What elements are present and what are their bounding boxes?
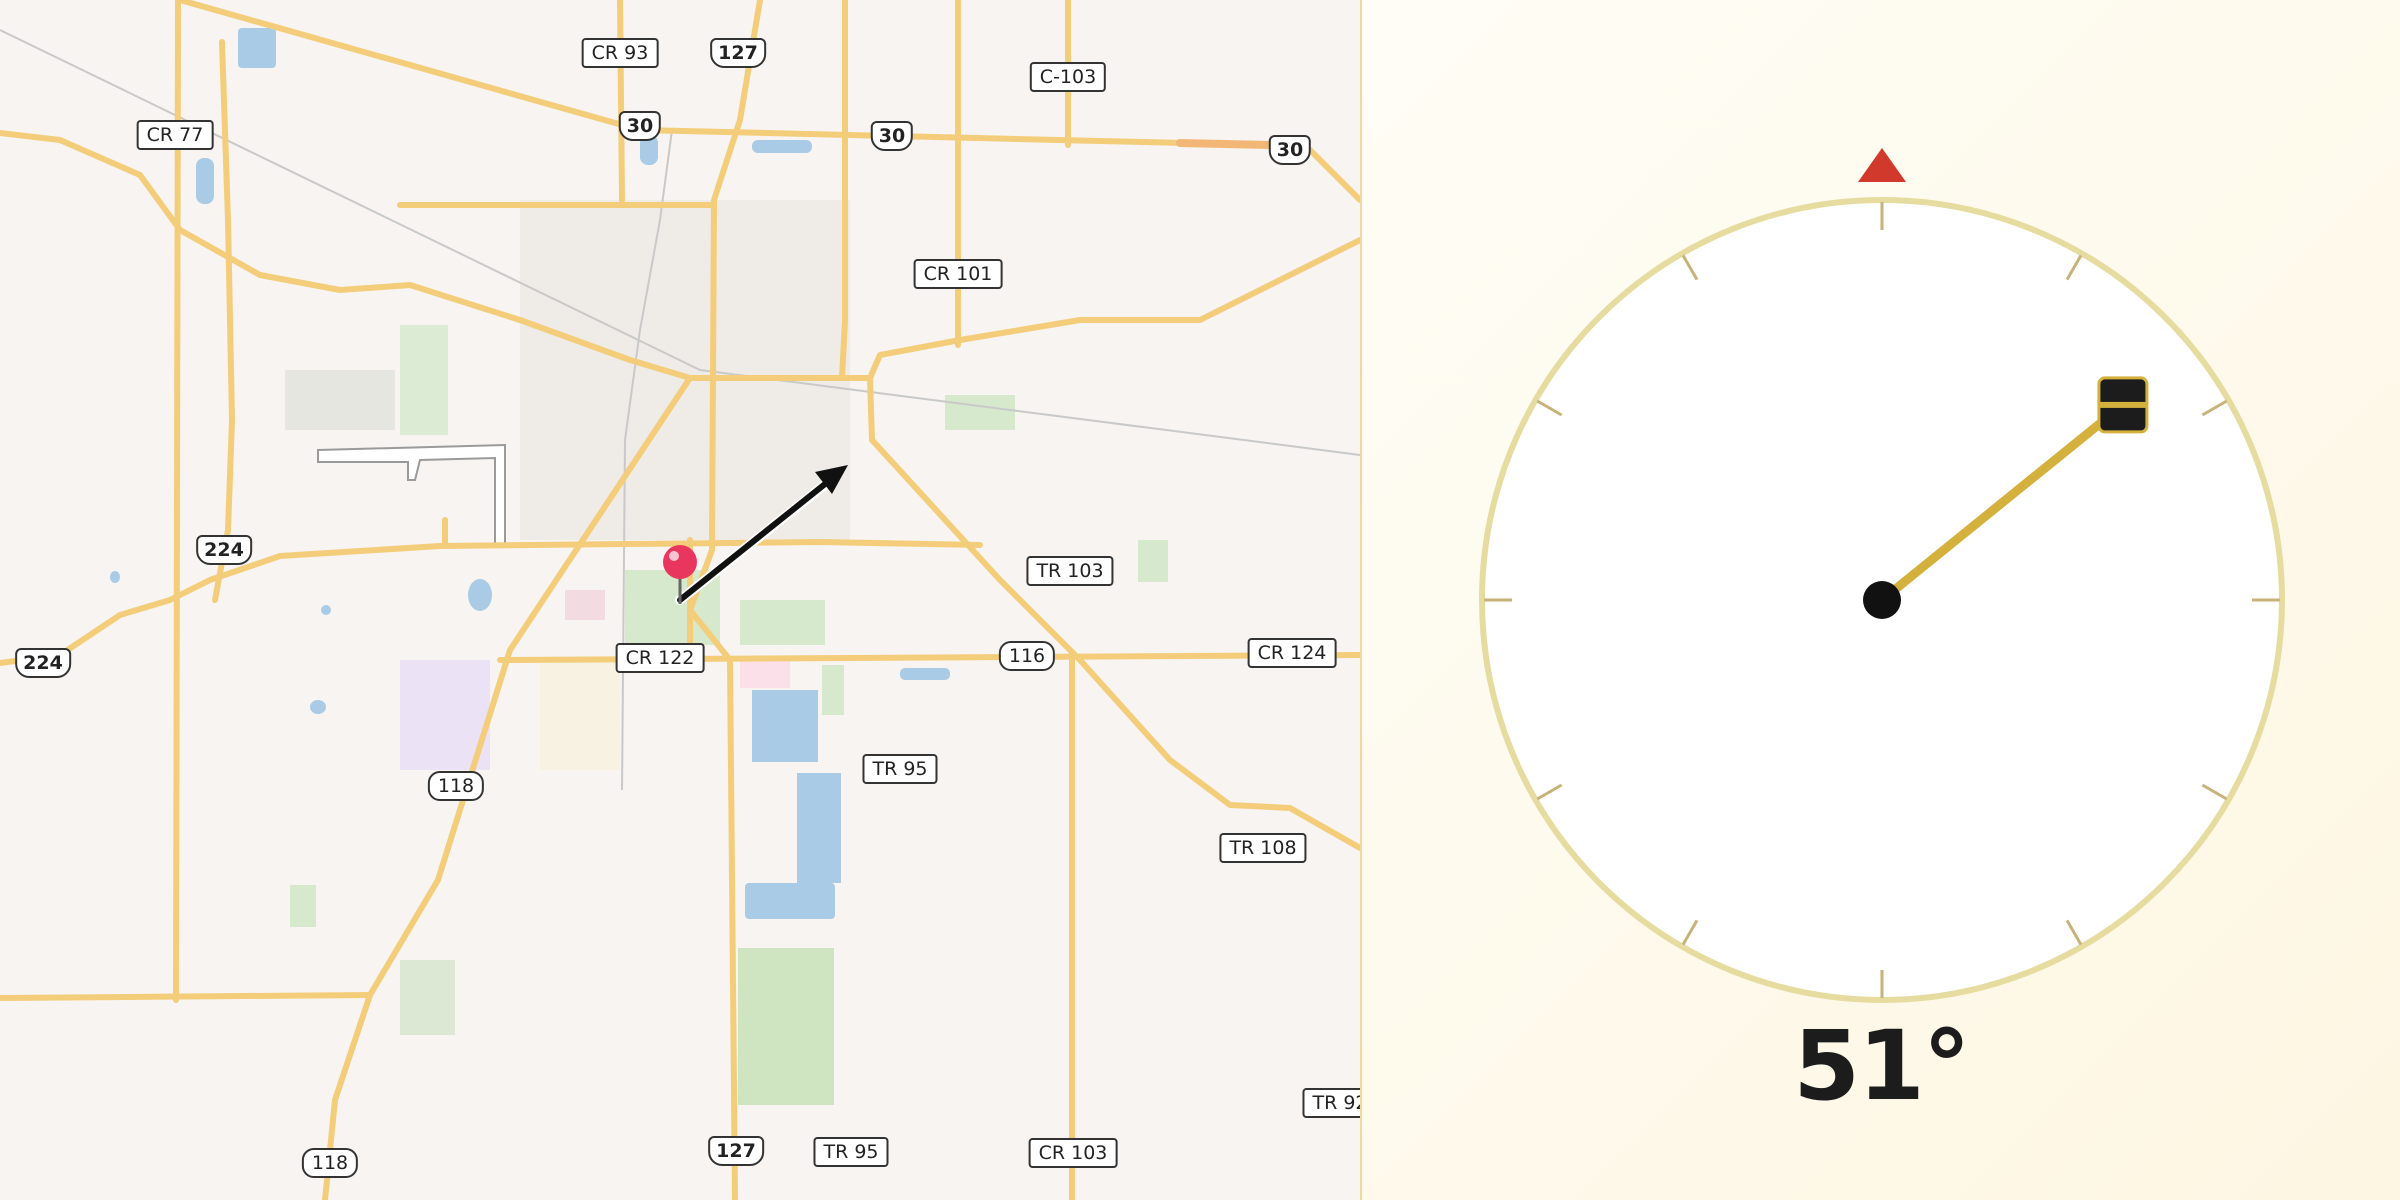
map-view[interactable]: CR 93 127 C-103 CR 77 30 30 30 CR 101 224 TR 103 2… [0,0,1362,1200]
compass-panel: 51° [1362,0,2400,1200]
road-shield-us30-c: 30 [1268,135,1312,165]
road-shield-tr108: TR 108 [1219,833,1307,863]
road-shield-c103: C-103 [1029,62,1107,92]
road-shield-r118-a: 118 [427,771,485,801]
road-shield-cr93: CR 93 [581,38,659,68]
road-shield-r118-b: 118 [301,1148,359,1178]
north-marker-icon [1858,148,1906,182]
road-shield-cr101: CR 101 [913,259,1003,289]
heading-readout: 51° [1793,1010,1971,1122]
needle-pivot [1863,581,1901,619]
road-shield-us30-b: 30 [870,121,914,151]
road-shield-us127-top: 127 [710,38,766,68]
road-shield-cr124: CR 124 [1247,638,1337,668]
road-shield-us127-bot: 127 [708,1136,764,1166]
road-shield-us30-a: 30 [618,111,662,141]
road-shield-us224-b: 224 [15,648,71,678]
road-shield-cr122: CR 122 [615,643,705,673]
road-shield-cr77: CR 77 [136,120,214,150]
road-shield-cr103: CR 103 [1028,1138,1118,1168]
map-canvas[interactable] [0,0,1360,1200]
airport-runway [317,443,506,546]
road-shield-r116: 116 [998,641,1056,671]
road-shield-tr92: TR 92 [1302,1088,1360,1118]
road-shield-tr95-b: TR 95 [813,1137,889,1167]
road-shield-us224-a: 224 [196,535,252,565]
road-shield-tr103: TR 103 [1026,556,1114,586]
road-shield-tr95-a: TR 95 [862,754,938,784]
needle-handle-icon[interactable] [2097,376,2149,434]
